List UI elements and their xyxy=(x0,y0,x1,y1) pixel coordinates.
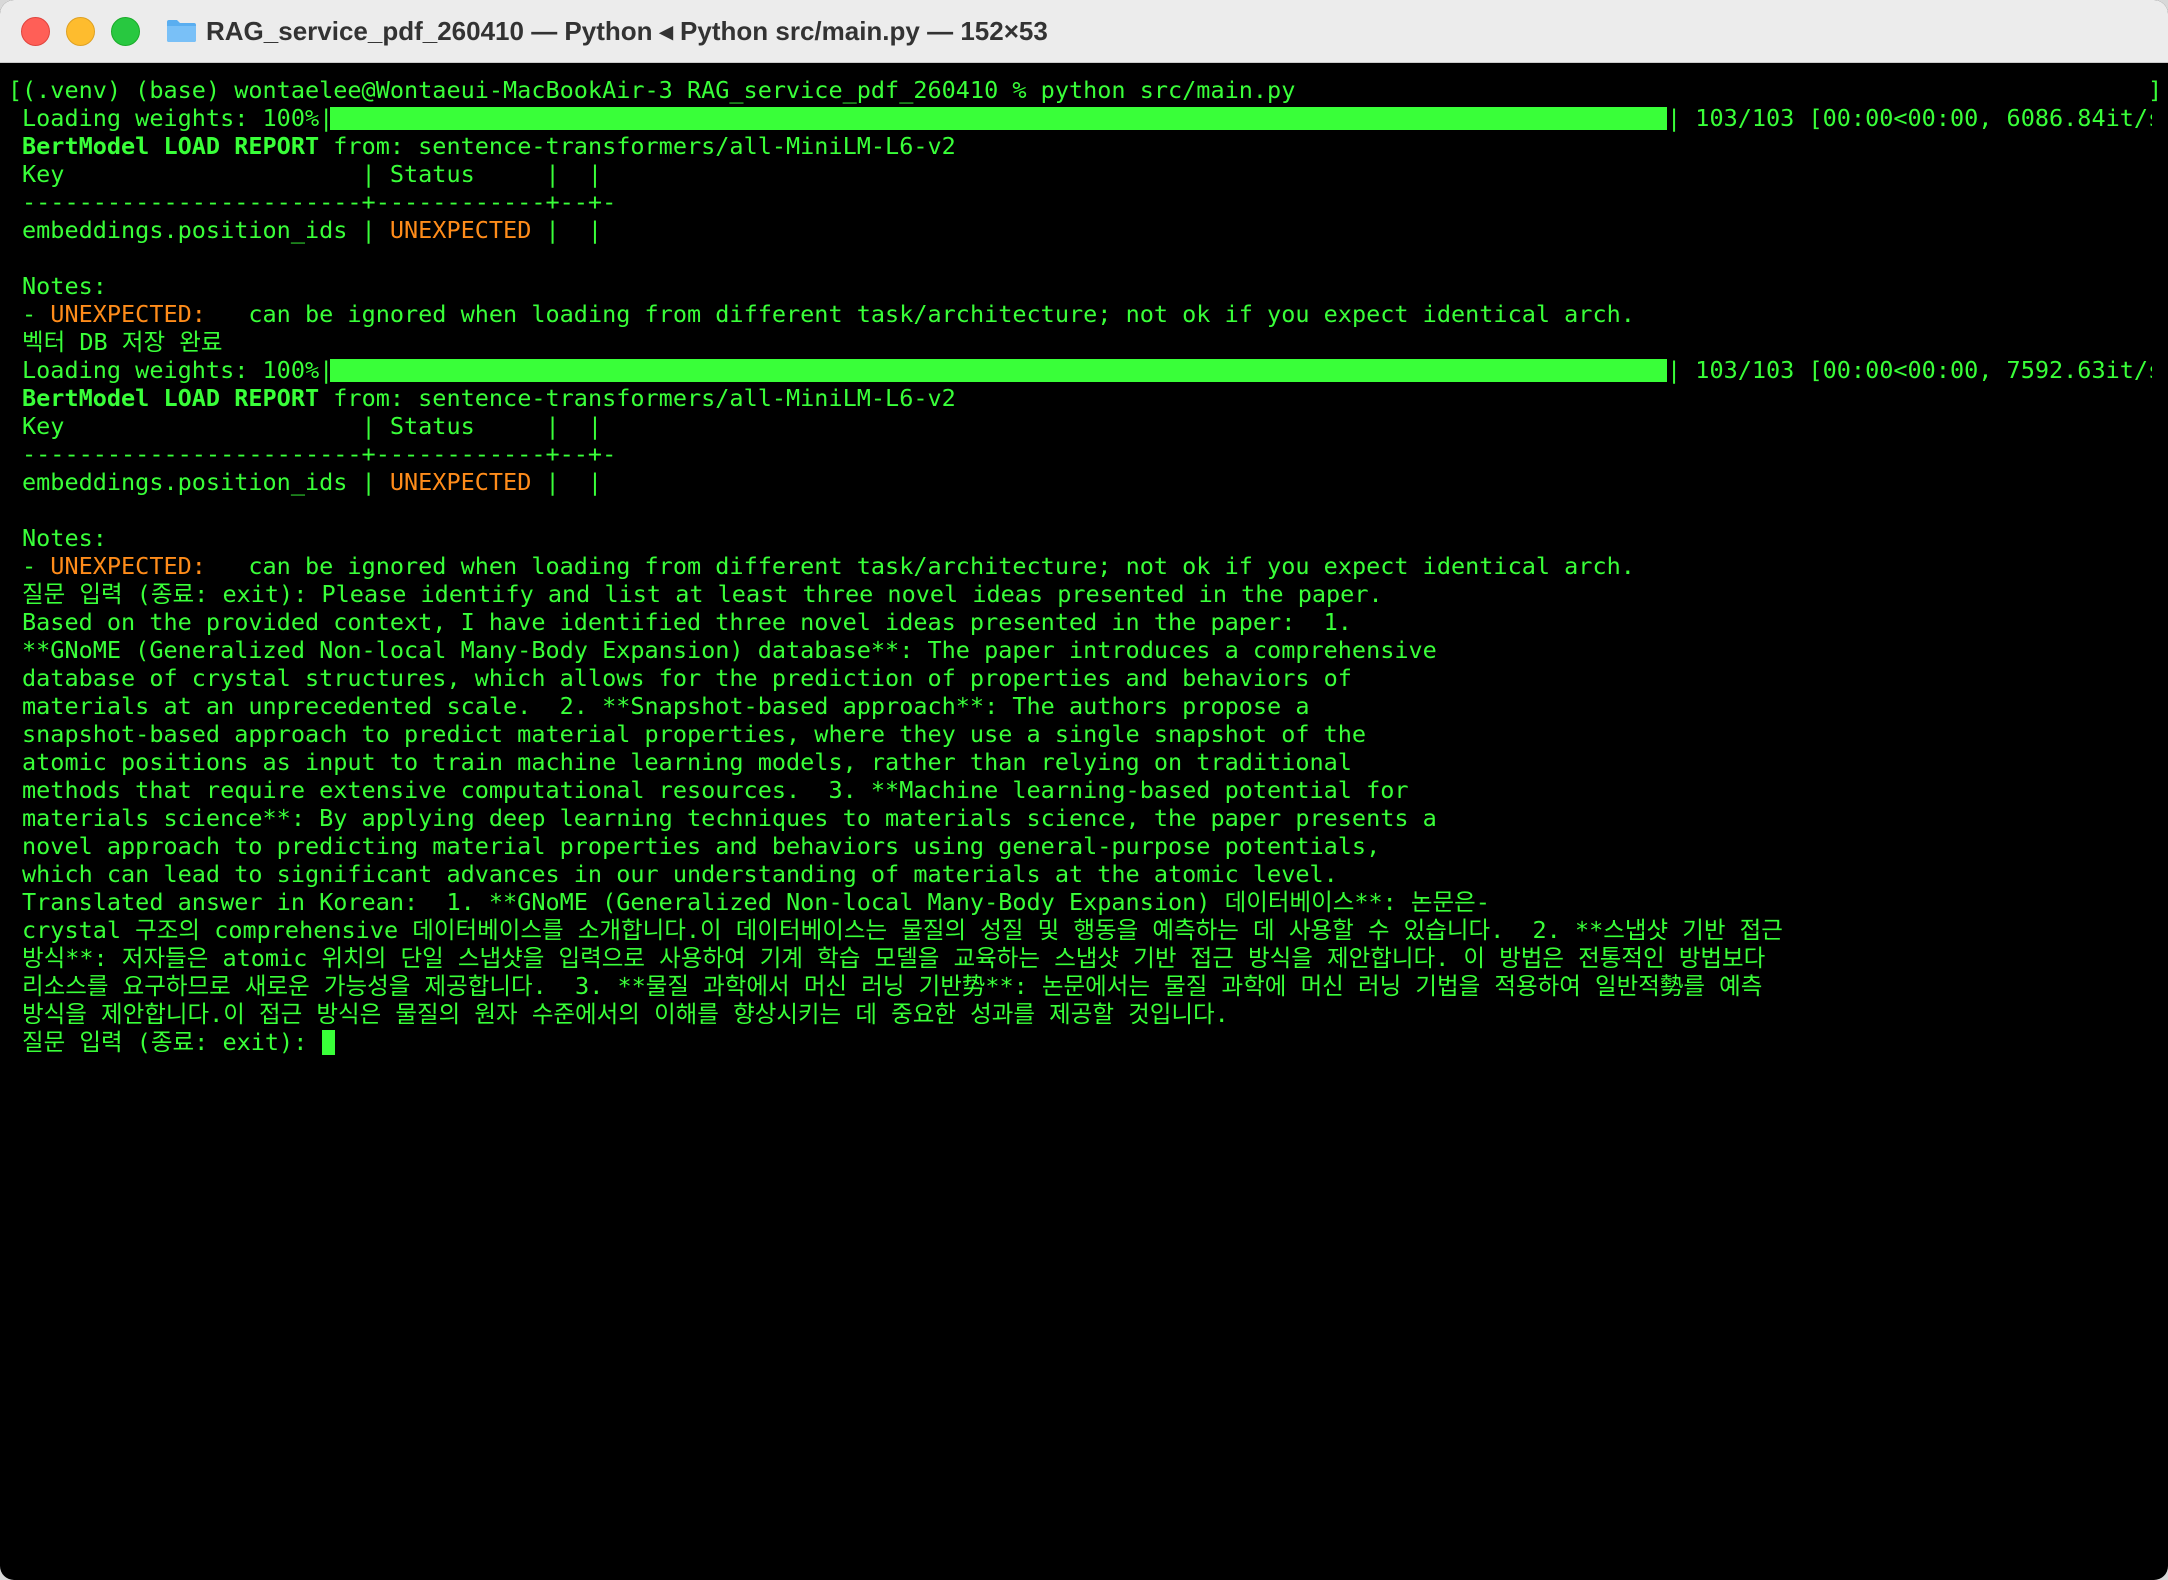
progress-stats: | 103/103 [00:00<00:00, 6086.84it/s] xyxy=(1667,104,2152,132)
answer-line: materials science**: By applying deep le… xyxy=(22,804,1437,832)
row-tail: | | xyxy=(531,468,603,496)
note-tag: UNEXPECTED: xyxy=(50,552,206,580)
load-report-source: from: sentence-transformers/all-MiniLM-L… xyxy=(319,132,956,160)
minimize-button[interactable] xyxy=(66,17,95,46)
report-table-row: embeddings.position_ids | UNEXPECTED | | xyxy=(22,216,2152,244)
note-tag: UNEXPECTED: xyxy=(50,300,206,328)
progress-label: Loading weights: 100%| xyxy=(22,356,334,384)
answer-line: which can lead to significant advances i… xyxy=(22,860,1338,888)
report-table-row: embeddings.position_ids | UNEXPECTED | | xyxy=(22,468,2152,496)
notes-label: Notes: xyxy=(22,272,107,300)
mark-bracket-left: [ xyxy=(8,76,23,104)
row-key: embeddings.position_ids | xyxy=(22,216,390,244)
row-key: embeddings.position_ids | xyxy=(22,468,390,496)
load-report-title: BertModel LOAD REPORT xyxy=(22,384,320,412)
answer-line: database of crystal structures, which al… xyxy=(22,664,1352,692)
notes-label: Notes: xyxy=(22,524,107,552)
title-bar[interactable]: RAG_service_pdf_260410 — Python ◂ Python… xyxy=(0,0,2168,63)
report-table-header: Key | Status | | xyxy=(22,160,603,188)
progress-stats: | 103/103 [00:00<00:00, 7592.63it/s] xyxy=(1667,356,2152,384)
question-line: 질문 입력 (종료: exit): Please identify and li… xyxy=(22,580,1383,608)
translated-line: Translated answer in Korean: 1. **GNoME … xyxy=(22,888,1490,916)
input-prompt: 질문 입력 (종료: exit): xyxy=(22,1028,322,1056)
terminal-window: RAG_service_pdf_260410 — Python ◂ Python… xyxy=(0,0,2168,1580)
load-report-line: BertModel LOAD REPORT from: sentence-tra… xyxy=(22,384,2152,412)
note-text: can be ignored when loading from differe… xyxy=(205,300,1635,328)
answer-line: methods that require extensive computati… xyxy=(22,776,1409,804)
progress-line: Loading weights: 100%| | 103/103 [00:00<… xyxy=(22,104,2152,132)
note-prefix: - xyxy=(22,552,51,580)
translated-line: crystal 구조의 comprehensive 데이터베이스를 소개합니다.… xyxy=(22,916,1783,944)
command-prompt-line: (.venv) (base) wontaelee@Wontaeui-MacBoo… xyxy=(22,76,1296,104)
zoom-button[interactable] xyxy=(111,17,140,46)
answer-line: atomic positions as input to train machi… xyxy=(22,748,1352,776)
note-prefix: - xyxy=(22,300,51,328)
answer-line: Based on the provided context, I have id… xyxy=(22,608,1352,636)
answer-line: materials at an unprecedented scale. 2. … xyxy=(22,692,1310,720)
folder-icon xyxy=(167,20,196,42)
db-saved-line: 벡터 DB 저장 완료 xyxy=(22,328,223,356)
progress-line: Loading weights: 100%| | 103/103 [00:00<… xyxy=(22,356,2152,384)
answer-line: **GNoME (Generalized Non-local Many-Body… xyxy=(22,636,1437,664)
load-report-title: BertModel LOAD REPORT xyxy=(22,132,320,160)
status-unexpected: UNEXPECTED xyxy=(389,468,532,496)
window-title: RAG_service_pdf_260410 — Python ◂ Python… xyxy=(206,16,1048,46)
status-unexpected: UNEXPECTED xyxy=(389,216,532,244)
text-cursor[interactable] xyxy=(321,1030,335,1055)
note-line: - UNEXPECTED: can be ignored when loadin… xyxy=(22,552,2152,580)
note-line: - UNEXPECTED: can be ignored when loadin… xyxy=(22,300,2152,328)
translated-line: 방식**: 저자들은 atomic 위치의 단일 스냅샷을 입력으로 사용하여 … xyxy=(22,944,1766,972)
note-text: can be ignored when loading from differe… xyxy=(205,552,1635,580)
load-report-line: BertModel LOAD REPORT from: sentence-tra… xyxy=(22,132,2152,160)
input-prompt-line[interactable]: 질문 입력 (종료: exit): xyxy=(22,1028,2152,1056)
translated-line: 리소스를 요구하므로 새로운 가능성을 제공합니다. 3. **물질 과학에서 … xyxy=(22,972,1763,1000)
progress-bar xyxy=(330,359,1667,382)
report-table-header: Key | Status | | xyxy=(22,412,603,440)
load-report-source: from: sentence-transformers/all-MiniLM-L… xyxy=(319,384,956,412)
row-tail: | | xyxy=(531,216,603,244)
answer-line: novel approach to predicting material pr… xyxy=(22,832,1381,860)
progress-label: Loading weights: 100%| xyxy=(22,104,334,132)
terminal-output[interactable]: (.venv) (base) wontaelee@Wontaeui-MacBoo… xyxy=(22,76,2152,1056)
report-table-separator: ------------------------+------------+--… xyxy=(22,188,617,216)
close-button[interactable] xyxy=(21,17,50,46)
translated-line: 방식을 제안합니다.이 접근 방식은 물질의 원자 수준에서의 이해를 향상시키… xyxy=(22,1000,1229,1028)
report-table-separator: ------------------------+------------+--… xyxy=(22,440,617,468)
progress-bar xyxy=(330,107,1667,130)
answer-line: snapshot-based approach to predict mater… xyxy=(22,720,1367,748)
